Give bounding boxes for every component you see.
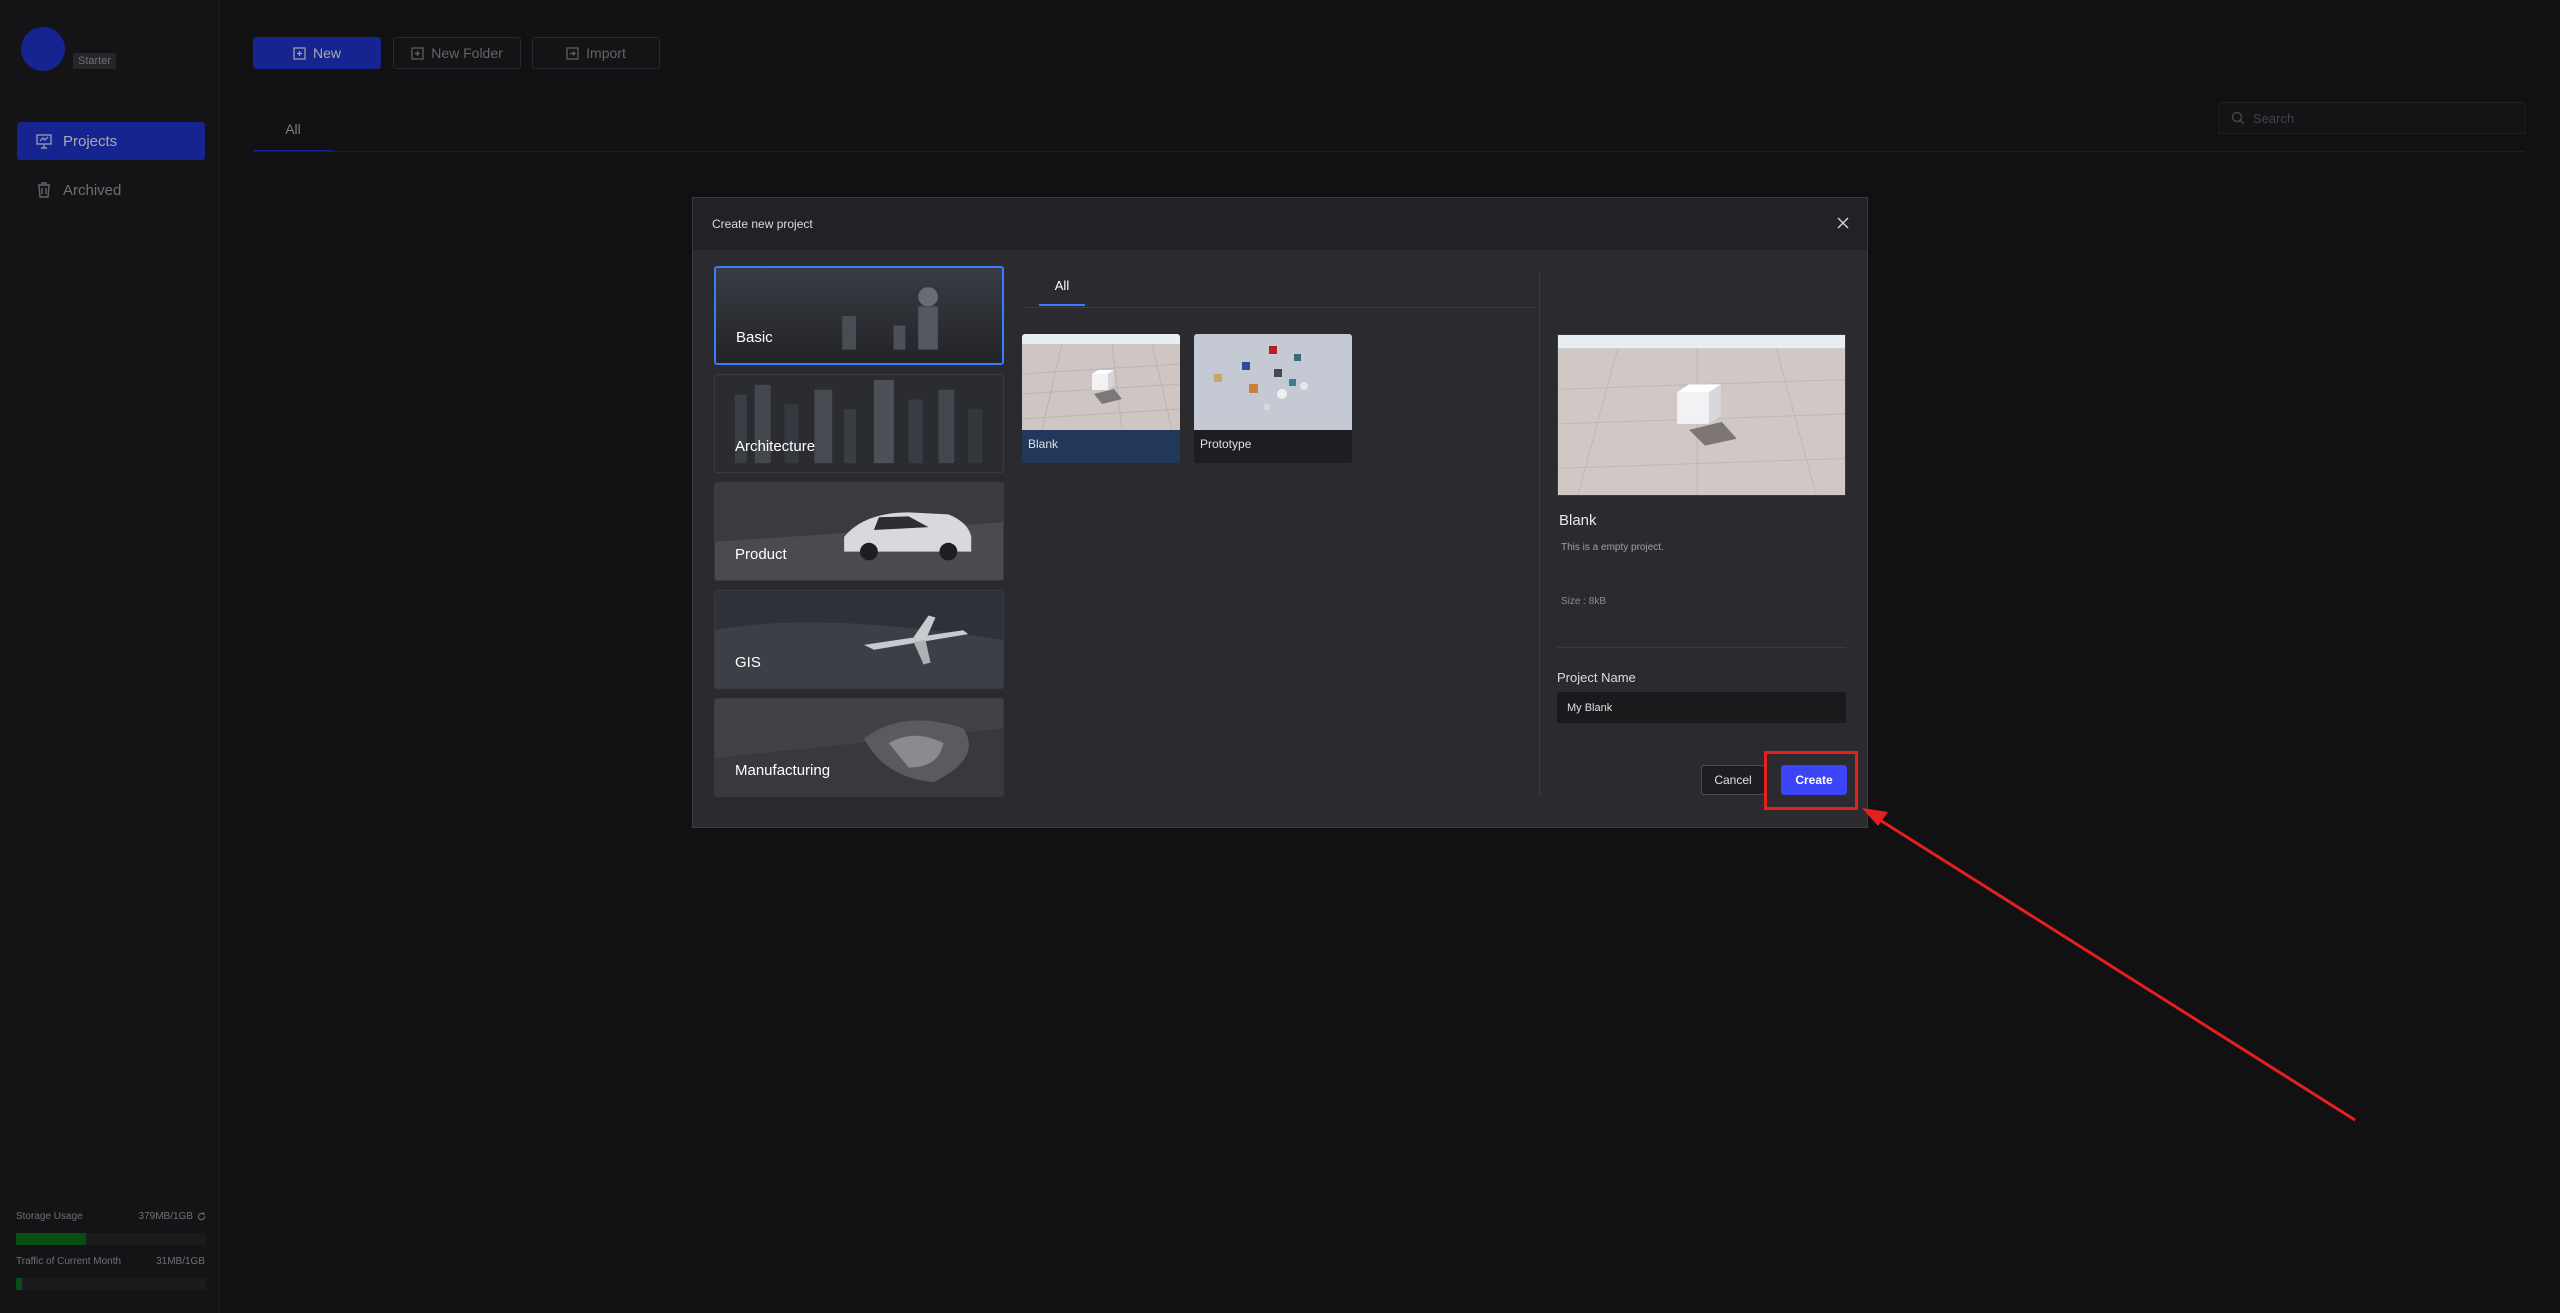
blank-preview-image xyxy=(1558,335,1845,495)
template-blank[interactable]: Blank xyxy=(1022,334,1180,463)
category-basic[interactable]: Basic xyxy=(714,266,1004,365)
template-label: Blank xyxy=(1028,437,1059,451)
template-prototype[interactable]: Prototype xyxy=(1194,334,1352,463)
preview-description: This is a empty project. xyxy=(1561,542,1664,553)
manufacturing-part-image xyxy=(715,699,1003,796)
blank-template-thumbnail xyxy=(1022,334,1180,430)
template-tab-divider xyxy=(1025,307,1536,308)
template-label: Prototype xyxy=(1200,437,1252,451)
category-manufacturing[interactable]: Manufacturing xyxy=(714,698,1004,797)
preview-size: Size : 8kB xyxy=(1561,596,1607,607)
dialog-header: Create new project xyxy=(693,198,1867,250)
dialog-vertical-divider xyxy=(1539,270,1540,797)
category-label: Basic xyxy=(736,329,773,346)
category-label: GIS xyxy=(735,654,761,671)
category-architecture[interactable]: Architecture xyxy=(714,374,1004,473)
project-name-input[interactable] xyxy=(1557,692,1846,723)
annotation-highlight-box xyxy=(1764,751,1858,810)
category-label: Manufacturing xyxy=(735,762,831,779)
project-name-label: Project Name xyxy=(1557,670,1636,685)
basic-scene-image xyxy=(716,268,1002,363)
create-project-dialog: Create new project Basic Architecture Pr… xyxy=(692,197,1868,828)
template-preview xyxy=(1557,334,1846,496)
dialog-title: Create new project xyxy=(712,217,813,231)
template-tab-all[interactable]: All xyxy=(1039,266,1085,306)
category-gis[interactable]: GIS xyxy=(714,590,1004,689)
architecture-city-image xyxy=(715,375,1003,472)
prototype-template-thumbnail xyxy=(1194,334,1352,430)
preview-title: Blank xyxy=(1559,512,1597,529)
close-icon[interactable] xyxy=(1835,215,1851,231)
category-product[interactable]: Product xyxy=(714,482,1004,581)
gis-plane-image xyxy=(715,591,1003,688)
category-label: Product xyxy=(735,546,787,563)
cancel-button[interactable]: Cancel xyxy=(1701,765,1765,795)
preview-divider xyxy=(1557,647,1846,648)
product-car-image xyxy=(715,483,1003,580)
category-label: Architecture xyxy=(735,438,816,455)
